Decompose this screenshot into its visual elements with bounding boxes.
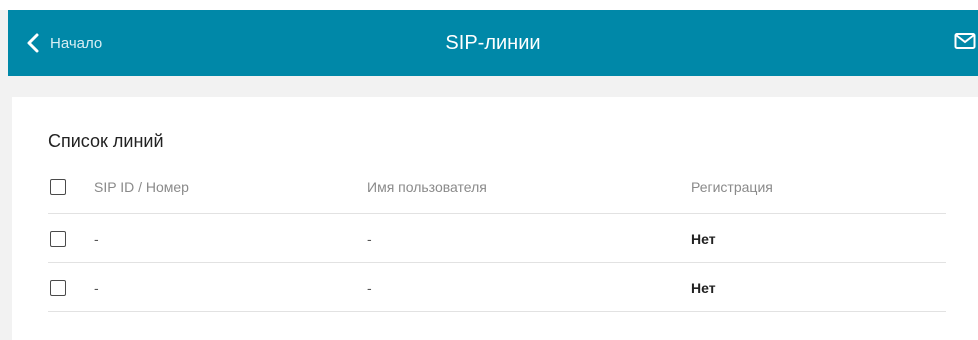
cell-username: - bbox=[367, 280, 372, 296]
page-title: SIP-линии bbox=[445, 32, 541, 54]
cell-registration: Нет bbox=[691, 280, 716, 296]
row-checkbox[interactable] bbox=[50, 231, 66, 247]
row-checkbox[interactable] bbox=[50, 280, 66, 296]
table-header-row: SIP ID / Номер Имя пользователя Регистра… bbox=[48, 162, 946, 214]
page: Начало SIP-линии Список линий SIP ID / Н… bbox=[0, 0, 978, 340]
table-row[interactable]: - - Нет bbox=[48, 214, 946, 263]
cell-registration: Нет bbox=[691, 231, 716, 247]
header-bar: Начало SIP-линии bbox=[8, 10, 978, 76]
content-panel: Список линий SIP ID / Номер Имя пользова… bbox=[12, 97, 978, 340]
section-title: Список линий bbox=[48, 131, 164, 151]
cell-username: - bbox=[367, 231, 372, 247]
column-header-username: Имя пользователя bbox=[367, 179, 487, 195]
table-row[interactable]: - - Нет bbox=[48, 263, 946, 312]
column-header-sip-id: SIP ID / Номер bbox=[94, 179, 189, 195]
top-strip bbox=[0, 0, 978, 10]
cell-sip-id: - bbox=[94, 231, 99, 247]
mail-icon bbox=[954, 32, 976, 55]
select-all-checkbox[interactable] bbox=[50, 179, 66, 195]
column-header-registration: Регистрация bbox=[691, 179, 773, 195]
lines-table: SIP ID / Номер Имя пользователя Регистра… bbox=[48, 162, 946, 312]
mail-button[interactable] bbox=[954, 10, 976, 76]
cell-sip-id: - bbox=[94, 280, 99, 296]
